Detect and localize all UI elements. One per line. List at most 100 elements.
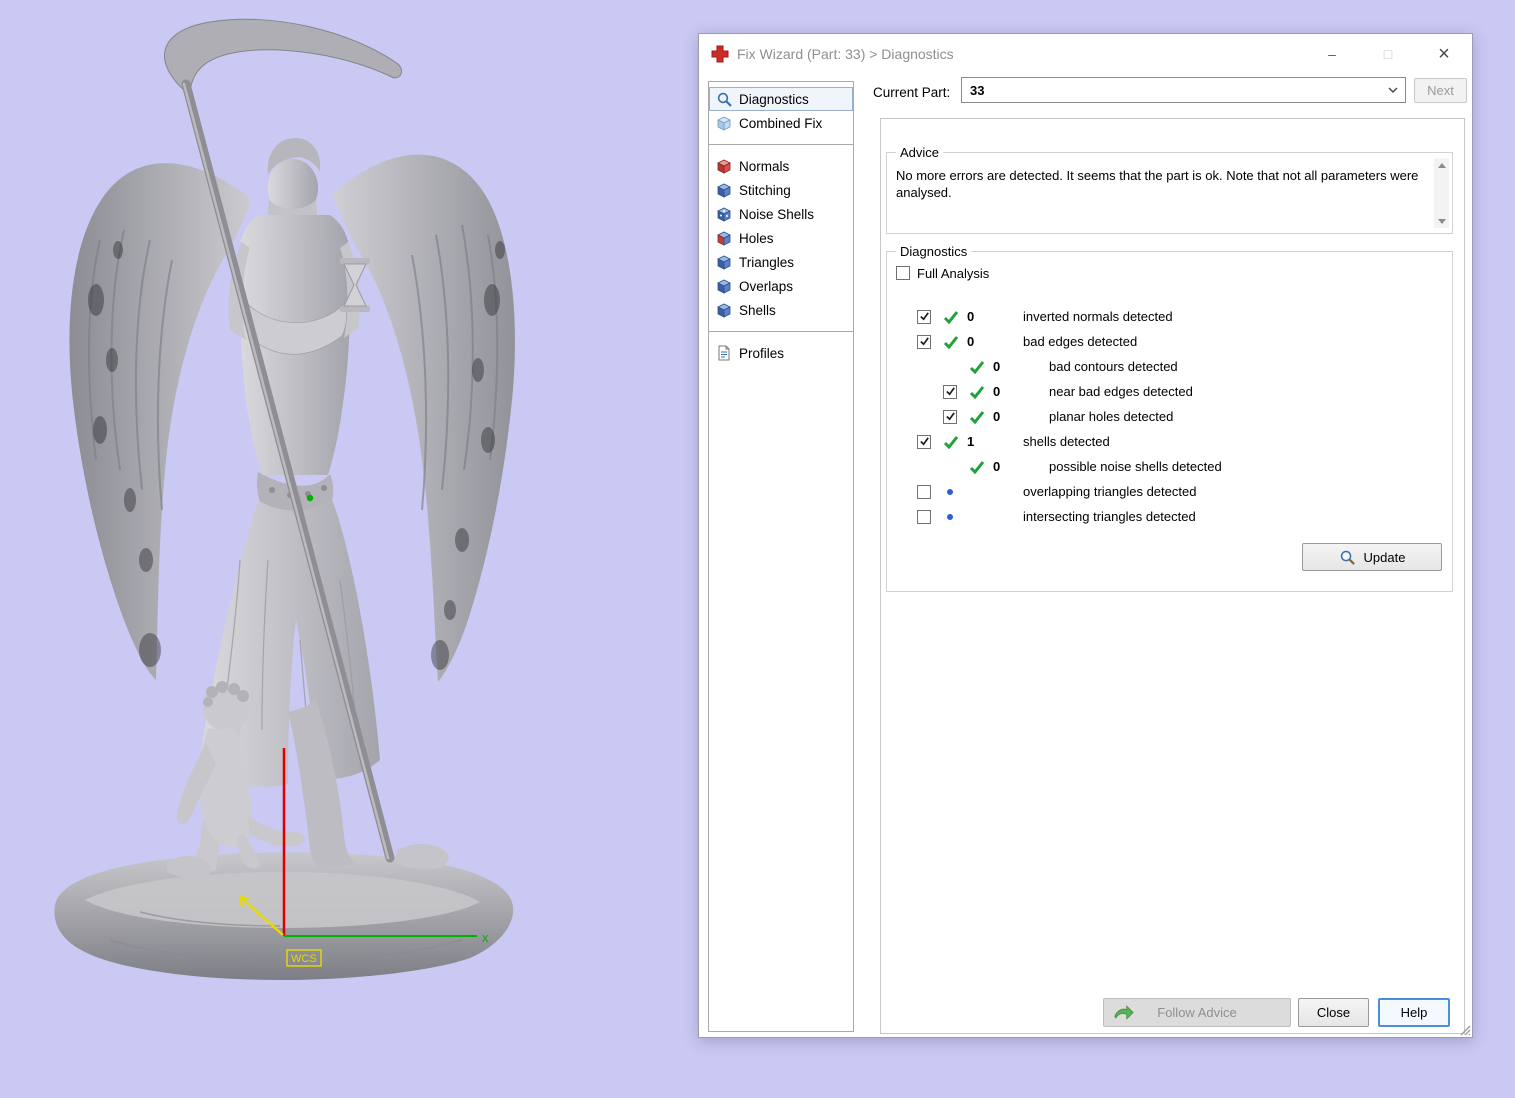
count-value: 1 (967, 434, 975, 449)
current-part-value: 33 (970, 82, 985, 98)
magics-cross-icon (711, 45, 729, 63)
resize-grip[interactable] (1457, 1022, 1471, 1036)
count-value: 0 (993, 384, 1001, 399)
sidebar-item-shells[interactable]: Shells (709, 298, 853, 322)
diagnostic-row-near-bad-edges: 0 near bad edges detected (917, 379, 1444, 404)
sidebar-item-overlaps[interactable]: Overlaps (709, 274, 853, 298)
advice-scrollbar[interactable] (1434, 158, 1449, 228)
sidebar-item-label: Stitching (739, 182, 791, 198)
row-label: planar holes detected (1049, 409, 1174, 424)
status-ok-check-icon (969, 460, 993, 474)
scroll-up-icon[interactable] (1434, 158, 1449, 172)
sidebar-item-stitching[interactable]: Stitching (709, 178, 853, 202)
current-part-combobox[interactable]: 33 (961, 77, 1406, 103)
help-button[interactable]: Help (1378, 998, 1450, 1027)
close-button[interactable]: × (1416, 34, 1472, 74)
maximize-icon: □ (1383, 46, 1393, 62)
row-label: near bad edges detected (1049, 384, 1193, 399)
diagnostic-row-bad-contours: 0 bad contours detected (917, 354, 1444, 379)
sidebar-item-holes[interactable]: Holes (709, 226, 853, 250)
row-label: inverted normals detected (1023, 309, 1173, 324)
sidebar-item-label: Overlaps (739, 278, 794, 294)
diagnostic-row-overlapping-triangles: overlapping triangles detected (917, 479, 1444, 504)
minimize-icon: – (1328, 46, 1336, 62)
document-icon (716, 345, 733, 362)
checkbox-checked[interactable] (917, 309, 931, 324)
full-analysis-option[interactable]: Full Analysis (896, 265, 990, 281)
advice-text: No more errors are detected. It seems th… (896, 168, 1419, 200)
chevron-down-icon[interactable] (1381, 78, 1405, 102)
sidebar-item-label: Holes (739, 230, 774, 246)
checkbox-unchecked[interactable] (917, 509, 931, 524)
advice-groupbox: Advice No more errors are detected. It s… (886, 145, 1453, 234)
row-label: intersecting triangles detected (1023, 509, 1196, 524)
status-not-analysed-dot-icon (943, 513, 967, 520)
update-button[interactable]: Update (1302, 543, 1442, 571)
diagnostics-groupbox: Diagnostics Full Analysis 0 inverted nor… (886, 244, 1453, 592)
maximize-button[interactable]: □ (1360, 34, 1416, 74)
diagnostic-row-bad-edges: 0 bad edges detected (917, 329, 1444, 354)
follow-advice-label: Follow Advice (1157, 1005, 1237, 1020)
count-value: 0 (967, 334, 975, 349)
checkbox-checked[interactable] (943, 409, 957, 424)
statue-model[interactable]: x WCS (0, 0, 660, 1098)
sidebar-item-profiles[interactable]: Profiles (709, 341, 853, 365)
cube-red-blue-icon (716, 230, 733, 247)
diagnostic-row-possible-noise-shells: 0 possible noise shells detected (917, 454, 1444, 479)
count-value: 0 (993, 359, 1001, 374)
checkbox-checked[interactable] (917, 434, 931, 449)
scroll-down-icon[interactable] (1434, 214, 1449, 228)
status-ok-check-icon (943, 335, 967, 349)
wizard-sidebar: Diagnostics Combined Fix Normals Stitchi… (708, 81, 854, 1032)
follow-advice-button[interactable]: Follow Advice (1103, 998, 1291, 1027)
dialog-titlebar[interactable]: Fix Wizard (Part: 33) > Diagnostics – □ … (699, 34, 1472, 74)
checkbox-checked[interactable] (917, 334, 931, 349)
wcs-label: WCS (291, 953, 317, 965)
diagnostics-list: 0 inverted normals detected 0 bad edges … (917, 304, 1444, 529)
magnifier-icon (1340, 550, 1355, 565)
magnifier-icon (716, 91, 733, 108)
green-arrow-icon (1114, 1005, 1134, 1020)
current-part-label: Current Part: (873, 85, 951, 100)
sidebar-item-label: Profiles (739, 345, 785, 361)
sidebar-item-normals[interactable]: Normals (709, 154, 853, 178)
row-label: bad edges detected (1023, 334, 1138, 349)
close-icon: × (1438, 42, 1450, 65)
diagnostic-row-shells: 1 shells detected (917, 429, 1444, 454)
diagnostic-row-intersecting-triangles: intersecting triangles detected (917, 504, 1444, 529)
checkbox-checked[interactable] (943, 384, 957, 399)
sidebar-item-label: Noise Shells (739, 206, 815, 222)
row-label: bad contours detected (1049, 359, 1178, 374)
sidebar-separator (709, 144, 853, 145)
cube-blue-icon (716, 302, 733, 319)
axis-x-label: x (482, 930, 489, 945)
sidebar-item-triangles[interactable]: Triangles (709, 250, 853, 274)
count-value: 0 (993, 459, 1001, 474)
viewport-3d[interactable]: x WCS (0, 0, 700, 1098)
diagnostic-row-planar-holes: 0 planar holes detected (917, 404, 1444, 429)
close-dialog-button[interactable]: Close (1298, 998, 1369, 1027)
full-analysis-label: Full Analysis (917, 265, 990, 281)
cube-blue-icon (716, 278, 733, 295)
status-ok-check-icon (969, 410, 993, 424)
sidebar-item-label: Triangles (739, 254, 795, 270)
diagnostics-title: Diagnostics (896, 244, 972, 259)
next-button[interactable]: Next (1414, 78, 1467, 103)
full-analysis-checkbox[interactable] (896, 266, 910, 280)
sidebar-item-diagnostics[interactable]: Diagnostics (709, 87, 853, 111)
status-ok-check-icon (969, 360, 993, 374)
cube-red-icon (716, 158, 733, 175)
row-label: overlapping triangles detected (1023, 484, 1197, 499)
status-ok-check-icon (969, 385, 993, 399)
fix-wizard-dialog: Fix Wizard (Part: 33) > Diagnostics – □ … (698, 33, 1473, 1038)
status-ok-check-icon (943, 435, 967, 449)
sidebar-item-noise-shells[interactable]: Noise Shells (709, 202, 853, 226)
checkbox-unchecked[interactable] (917, 484, 931, 499)
cube-dots-icon (716, 206, 733, 223)
cube-blue-icon (716, 254, 733, 271)
sidebar-item-label: Combined Fix (739, 115, 823, 131)
sidebar-item-label: Shells (739, 302, 776, 318)
minimize-button[interactable]: – (1304, 34, 1360, 74)
row-label: shells detected (1023, 434, 1110, 449)
sidebar-item-combined-fix[interactable]: Combined Fix (709, 111, 853, 135)
